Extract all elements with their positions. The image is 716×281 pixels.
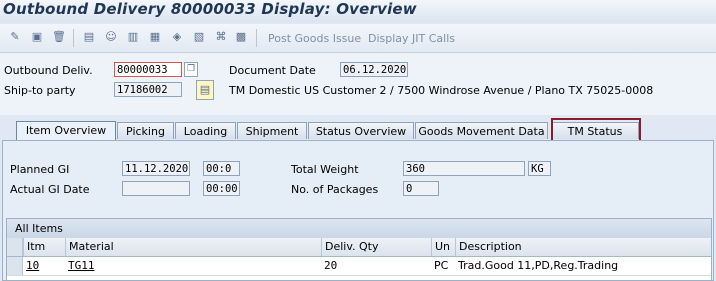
total-weight-label: Total Weight — [291, 163, 359, 176]
application-toolbar: ✎ ▣ 🗑 ▤ ☺ ▥ ▦ ◈ ▧ ⌘ ▩ Post Goods Issue D… — [0, 24, 716, 53]
ship-to-label: Ship-to party — [4, 84, 76, 97]
tab-picking[interactable]: Picking — [117, 122, 174, 139]
delivery-header: Outbound Deliv. 80000033 ❐ Document Date… — [0, 53, 716, 115]
item-icon[interactable]: ▦ — [148, 30, 162, 44]
select-all-cell[interactable] — [7, 238, 23, 256]
table-title: All Items — [7, 219, 711, 238]
weight-unit-field[interactable]: KG — [528, 161, 551, 176]
shipment-icon[interactable]: ◈ — [170, 30, 184, 44]
document-date-field[interactable]: 06.12.2020 — [340, 62, 408, 77]
actual-gi-time-field[interactable]: 00:00 — [203, 181, 240, 196]
planned-gi-time-field[interactable]: 00:0 — [203, 161, 240, 176]
window-title: Outbound Delivery 80000033 Display: Over… — [3, 0, 417, 18]
column-header-description[interactable]: Description — [455, 238, 711, 256]
edit-icon[interactable]: ✎ — [8, 30, 22, 44]
table-row[interactable]: 10 TG11 20 PC Trad.Good 11,PD,Reg.Tradin… — [7, 257, 711, 276]
packages-field[interactable]: 0 — [403, 181, 439, 196]
tab-loading[interactable]: Loading — [175, 122, 236, 139]
delete-icon[interactable]: 🗑 — [52, 30, 66, 44]
packages-label: No. of Packages — [291, 183, 379, 196]
row-selector[interactable] — [7, 257, 23, 275]
column-header-un[interactable]: Un — [431, 238, 455, 256]
column-header-itm[interactable]: Itm — [23, 238, 65, 256]
create-icon[interactable]: ▣ — [30, 30, 44, 44]
outbound-deliv-label: Outbound Deliv. — [4, 64, 93, 77]
planned-gi-date-field[interactable]: 11.12.2020 — [122, 161, 190, 176]
partner-icon[interactable]: ☺ — [104, 30, 118, 44]
address-icon[interactable]: ▤ — [196, 80, 214, 100]
items-table: All Items Itm Material Deliv. Qty Un Des… — [6, 218, 712, 281]
column-header-material[interactable]: Material — [65, 238, 321, 256]
post-goods-issue-button[interactable]: Post Goods Issue — [268, 32, 361, 45]
column-header-deliv-qty[interactable]: Deliv. Qty — [321, 238, 431, 256]
header-icon[interactable]: ▥ — [126, 30, 140, 44]
planned-gi-label: Planned GI — [10, 163, 70, 176]
outbound-deliv-field[interactable]: 80000033 — [114, 62, 182, 77]
document-date-label: Document Date — [229, 64, 316, 77]
item-number-cell[interactable]: 10 — [23, 257, 65, 275]
tab-goods-movement-data[interactable]: Goods Movement Data — [415, 122, 548, 139]
ship-to-field[interactable]: 17186002 — [114, 82, 182, 97]
toolbar-separator — [73, 29, 74, 47]
actual-gi-date-field[interactable] — [122, 181, 190, 196]
unit-cell: PC — [434, 259, 449, 272]
tab-item-overview[interactable]: Item Overview — [16, 121, 116, 140]
ship-to-description: TM Domestic US Customer 2 / 7500 Windros… — [229, 84, 654, 97]
toolbar-separator — [256, 29, 257, 47]
tab-status-overview[interactable]: Status Overview — [308, 122, 414, 139]
pack-icon[interactable]: ▧ — [192, 30, 206, 44]
title-bar: Outbound Delivery 80000033 Display: Over… — [0, 0, 716, 22]
copy-icon[interactable]: ❐ — [184, 62, 198, 77]
total-weight-field[interactable]: 360 — [403, 161, 525, 176]
deliv-qty-cell[interactable]: 20 — [321, 257, 431, 275]
tab-shipment[interactable]: Shipment — [237, 122, 307, 139]
actual-gi-label: Actual GI Date — [10, 183, 90, 196]
goods-icon[interactable]: ▤ — [82, 30, 96, 44]
material-cell[interactable]: TG11 — [65, 257, 321, 275]
table-header: Itm Material Deliv. Qty Un Description — [7, 238, 711, 257]
description-cell: Trad.Good 11,PD,Reg.Trading — [458, 259, 619, 272]
overview-icon[interactable]: ▩ — [234, 30, 248, 44]
display-jit-calls-button[interactable]: Display JIT Calls — [368, 32, 455, 45]
flow-icon[interactable]: ⌘ — [214, 30, 228, 44]
